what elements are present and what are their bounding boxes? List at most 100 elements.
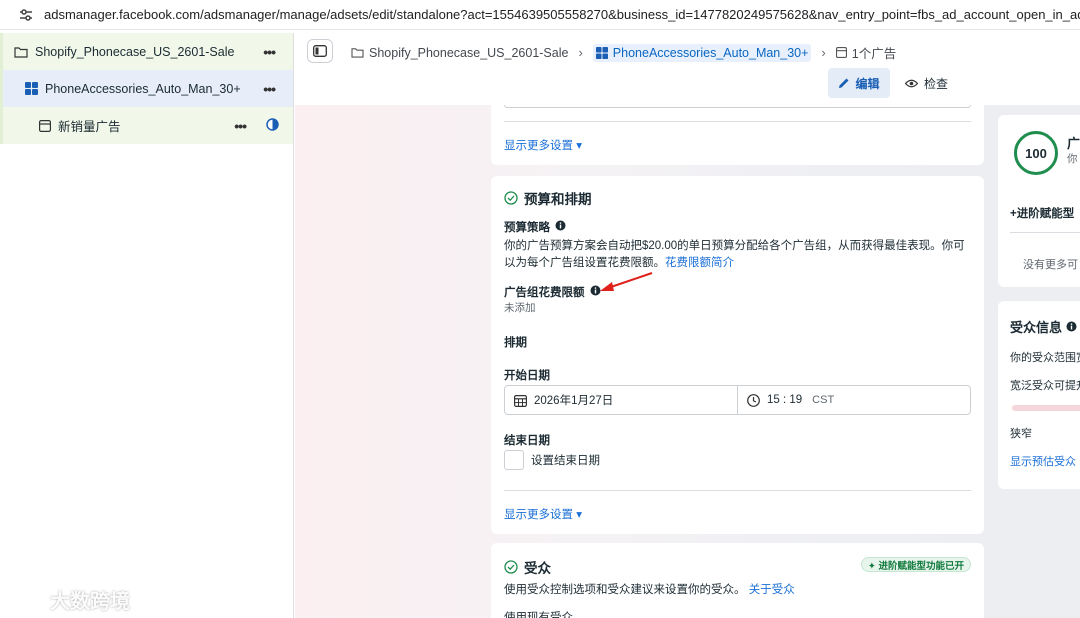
watermark: 大数跨境 bbox=[10, 585, 130, 614]
breadcrumb: Shopify_Phonecase_US_2601-Sale › PhoneAc… bbox=[351, 43, 896, 62]
audience-broad-text: 宽泛受众可提升 bbox=[1010, 380, 1080, 392]
schedule-label: 排期 bbox=[504, 337, 527, 349]
audience-card: 受众 ✦ 进阶赋能型功能已开 使用受众控制选项和受众建议来设置你的受众。 关于受… bbox=[491, 543, 984, 618]
end-date-checkbox[interactable] bbox=[504, 450, 524, 470]
eye-icon bbox=[905, 79, 918, 87]
spend-limit-text: 广告组花费限额 bbox=[504, 287, 585, 299]
editor-header: Shopify_Phonecase_US_2601-Sale › PhoneAc… bbox=[295, 33, 1080, 105]
end-date-label: 结束日期 bbox=[504, 435, 550, 447]
about-audience-link[interactable]: 关于受众 bbox=[749, 584, 795, 596]
breadcrumb-campaign-label: Shopify_Phonecase_US_2601-Sale bbox=[369, 45, 569, 60]
audience-info-title: 受众信息 bbox=[1010, 317, 1077, 336]
score-subtitle: 你 bbox=[1067, 153, 1078, 165]
budget-section-title: 预算和排期 bbox=[504, 188, 592, 208]
budget-schedule-card: 预算和排期 预算策略 你的广告预算方案会自动把$20.00的单日预算分配给各个广… bbox=[491, 176, 984, 534]
audience-size-meter bbox=[1012, 405, 1080, 411]
narrow-label: 狭窄 bbox=[1010, 428, 1032, 440]
ad-name: 新销量广告 bbox=[58, 120, 121, 134]
start-datetime-field: 2026年1月27日 15 : 19 CST bbox=[504, 385, 971, 415]
breadcrumb-campaign[interactable]: Shopify_Phonecase_US_2601-Sale bbox=[351, 46, 568, 60]
budget-strategy-desc-text: 你的广告预算方案会自动把$20.00的单日预算分配给各个广告组，从而获得最佳表现… bbox=[504, 240, 965, 269]
calendar-icon bbox=[514, 394, 527, 407]
folder-icon bbox=[14, 46, 28, 58]
tree-item-campaign[interactable]: Shopify_Phonecase_US_2601-Sale ••• bbox=[0, 33, 293, 70]
advantage-plus-heading: +进阶赋能型 bbox=[1010, 208, 1075, 220]
tree-item-ad[interactable]: 新销量广告 ••• bbox=[0, 107, 293, 144]
no-more-recommendations: 没有更多可 bbox=[1023, 259, 1078, 271]
spend-limit-help-link[interactable]: 花费限额简介 bbox=[665, 257, 734, 269]
chevron-right-icon: › bbox=[821, 45, 826, 60]
watermark-text: 大数跨境 bbox=[50, 591, 130, 613]
audience-info-title-text: 受众信息 bbox=[1010, 320, 1063, 335]
divider bbox=[1010, 232, 1080, 233]
start-date-value: 2026年1月27日 bbox=[534, 395, 614, 407]
review-button-label: 检查 bbox=[924, 76, 949, 91]
more-options-icon[interactable]: ••• bbox=[234, 118, 247, 134]
editor-main: 显示更多设置 ▾ 预算和排期 预算策略 你的广告预算方案会自动把$20.00的单… bbox=[295, 105, 1080, 618]
show-more-settings-link[interactable]: 显示更多设置 ▾ bbox=[504, 506, 582, 522]
audience-title-text: 受众 bbox=[524, 561, 551, 576]
divider bbox=[504, 121, 971, 122]
advantage-plus-badge: ✦ 进阶赋能型功能已开 bbox=[860, 557, 971, 572]
edit-button-label: 编辑 bbox=[855, 76, 880, 91]
ad-icon bbox=[835, 47, 847, 58]
annotation-arrow-icon bbox=[600, 272, 653, 291]
budget-title-text: 预算和排期 bbox=[524, 192, 592, 207]
folder-icon bbox=[351, 48, 364, 58]
opportunity-score-card: 100 广 你 +进阶赋能型 没有更多可 bbox=[998, 115, 1080, 287]
url-text: adsmanager.facebook.com/adsmanager/manag… bbox=[44, 7, 1080, 22]
end-date-checkbox-label: 设置结束日期 bbox=[531, 455, 600, 467]
show-estimated-audience-link[interactable]: 显示预估受众 bbox=[1010, 453, 1076, 469]
breadcrumb-ad-label: 1个广告 bbox=[851, 47, 897, 61]
previous-section-card: 显示更多设置 ▾ bbox=[491, 105, 984, 165]
opportunity-score: 100 bbox=[1014, 131, 1058, 175]
audience-desc-text: 使用受众控制选项和受众建议来设置你的受众。 bbox=[504, 584, 746, 596]
start-date-label: 开始日期 bbox=[504, 370, 550, 382]
sidebar-toggle-icon bbox=[313, 45, 327, 57]
budget-strategy-label: 预算策略 bbox=[504, 219, 566, 235]
check-circle-icon bbox=[504, 560, 518, 574]
pencil-icon bbox=[839, 78, 849, 88]
divider bbox=[504, 490, 971, 491]
start-time-value: 15 : 19 bbox=[767, 394, 803, 406]
audience-section-title: 受众 bbox=[504, 557, 551, 577]
adset-name: PhoneAccessories_Auto_Man_30+ bbox=[45, 81, 241, 96]
edit-button[interactable]: 编辑 bbox=[828, 68, 890, 98]
set-end-date-option[interactable]: 设置结束日期 bbox=[504, 450, 600, 470]
campaign-tree: Shopify_Phonecase_US_2601-Sale ••• Phone… bbox=[0, 33, 294, 618]
breadcrumb-ad[interactable]: 1个广告 bbox=[835, 43, 897, 62]
check-circle-icon bbox=[504, 191, 518, 205]
audience-size-text: 你的受众范围宽 bbox=[1010, 352, 1080, 364]
grid-icon bbox=[595, 46, 608, 59]
more-options-icon[interactable]: ••• bbox=[263, 81, 276, 97]
existing-audience-label: 使用现有受众 bbox=[504, 612, 573, 618]
status-half-circle-icon bbox=[266, 117, 279, 134]
start-date-input[interactable]: 2026年1月27日 bbox=[505, 386, 738, 414]
tree-item-adset[interactable]: PhoneAccessories_Auto_Man_30+ ••• bbox=[0, 70, 293, 107]
clock-icon bbox=[747, 393, 760, 407]
more-options-icon[interactable]: ••• bbox=[263, 44, 276, 60]
campaign-name: Shopify_Phonecase_US_2601-Sale bbox=[35, 44, 235, 59]
budget-strategy-description: 你的广告预算方案会自动把$20.00的单日预算分配给各个广告组，从而获得最佳表现… bbox=[504, 238, 974, 272]
info-icon[interactable] bbox=[555, 220, 566, 234]
spend-limit-value: 未添加 bbox=[504, 302, 536, 314]
grid-icon bbox=[25, 82, 38, 95]
review-button[interactable]: 检查 bbox=[905, 68, 948, 98]
start-time-input[interactable]: 15 : 19 CST bbox=[738, 386, 834, 414]
budget-strategy-text: 预算策略 bbox=[504, 222, 550, 234]
audience-description: 使用受众控制选项和受众建议来设置你的受众。 关于受众 bbox=[504, 581, 795, 597]
input-field-bottom[interactable] bbox=[504, 105, 971, 108]
audience-info-card: 受众信息 你的受众范围宽 宽泛受众可提升 狭窄 显示预估受众 bbox=[998, 301, 1080, 489]
toggle-panel-button[interactable] bbox=[307, 39, 333, 63]
tune-icon[interactable] bbox=[18, 7, 34, 23]
breadcrumb-adset[interactable]: PhoneAccessories_Auto_Man_30+ bbox=[592, 43, 812, 62]
adset-spend-limit-label: 广告组花费限额 bbox=[504, 284, 601, 300]
watermark-logo-icon bbox=[12, 591, 43, 609]
show-more-settings-link[interactable]: 显示更多设置 ▾ bbox=[504, 137, 582, 153]
browser-address-bar[interactable]: adsmanager.facebook.com/adsmanager/manag… bbox=[0, 0, 1080, 30]
score-title: 广 bbox=[1067, 136, 1080, 151]
info-icon bbox=[1066, 321, 1077, 332]
timezone-label: CST bbox=[812, 394, 835, 406]
chevron-right-icon: › bbox=[578, 45, 583, 60]
breadcrumb-adset-label: PhoneAccessories_Auto_Man_30+ bbox=[612, 45, 809, 60]
